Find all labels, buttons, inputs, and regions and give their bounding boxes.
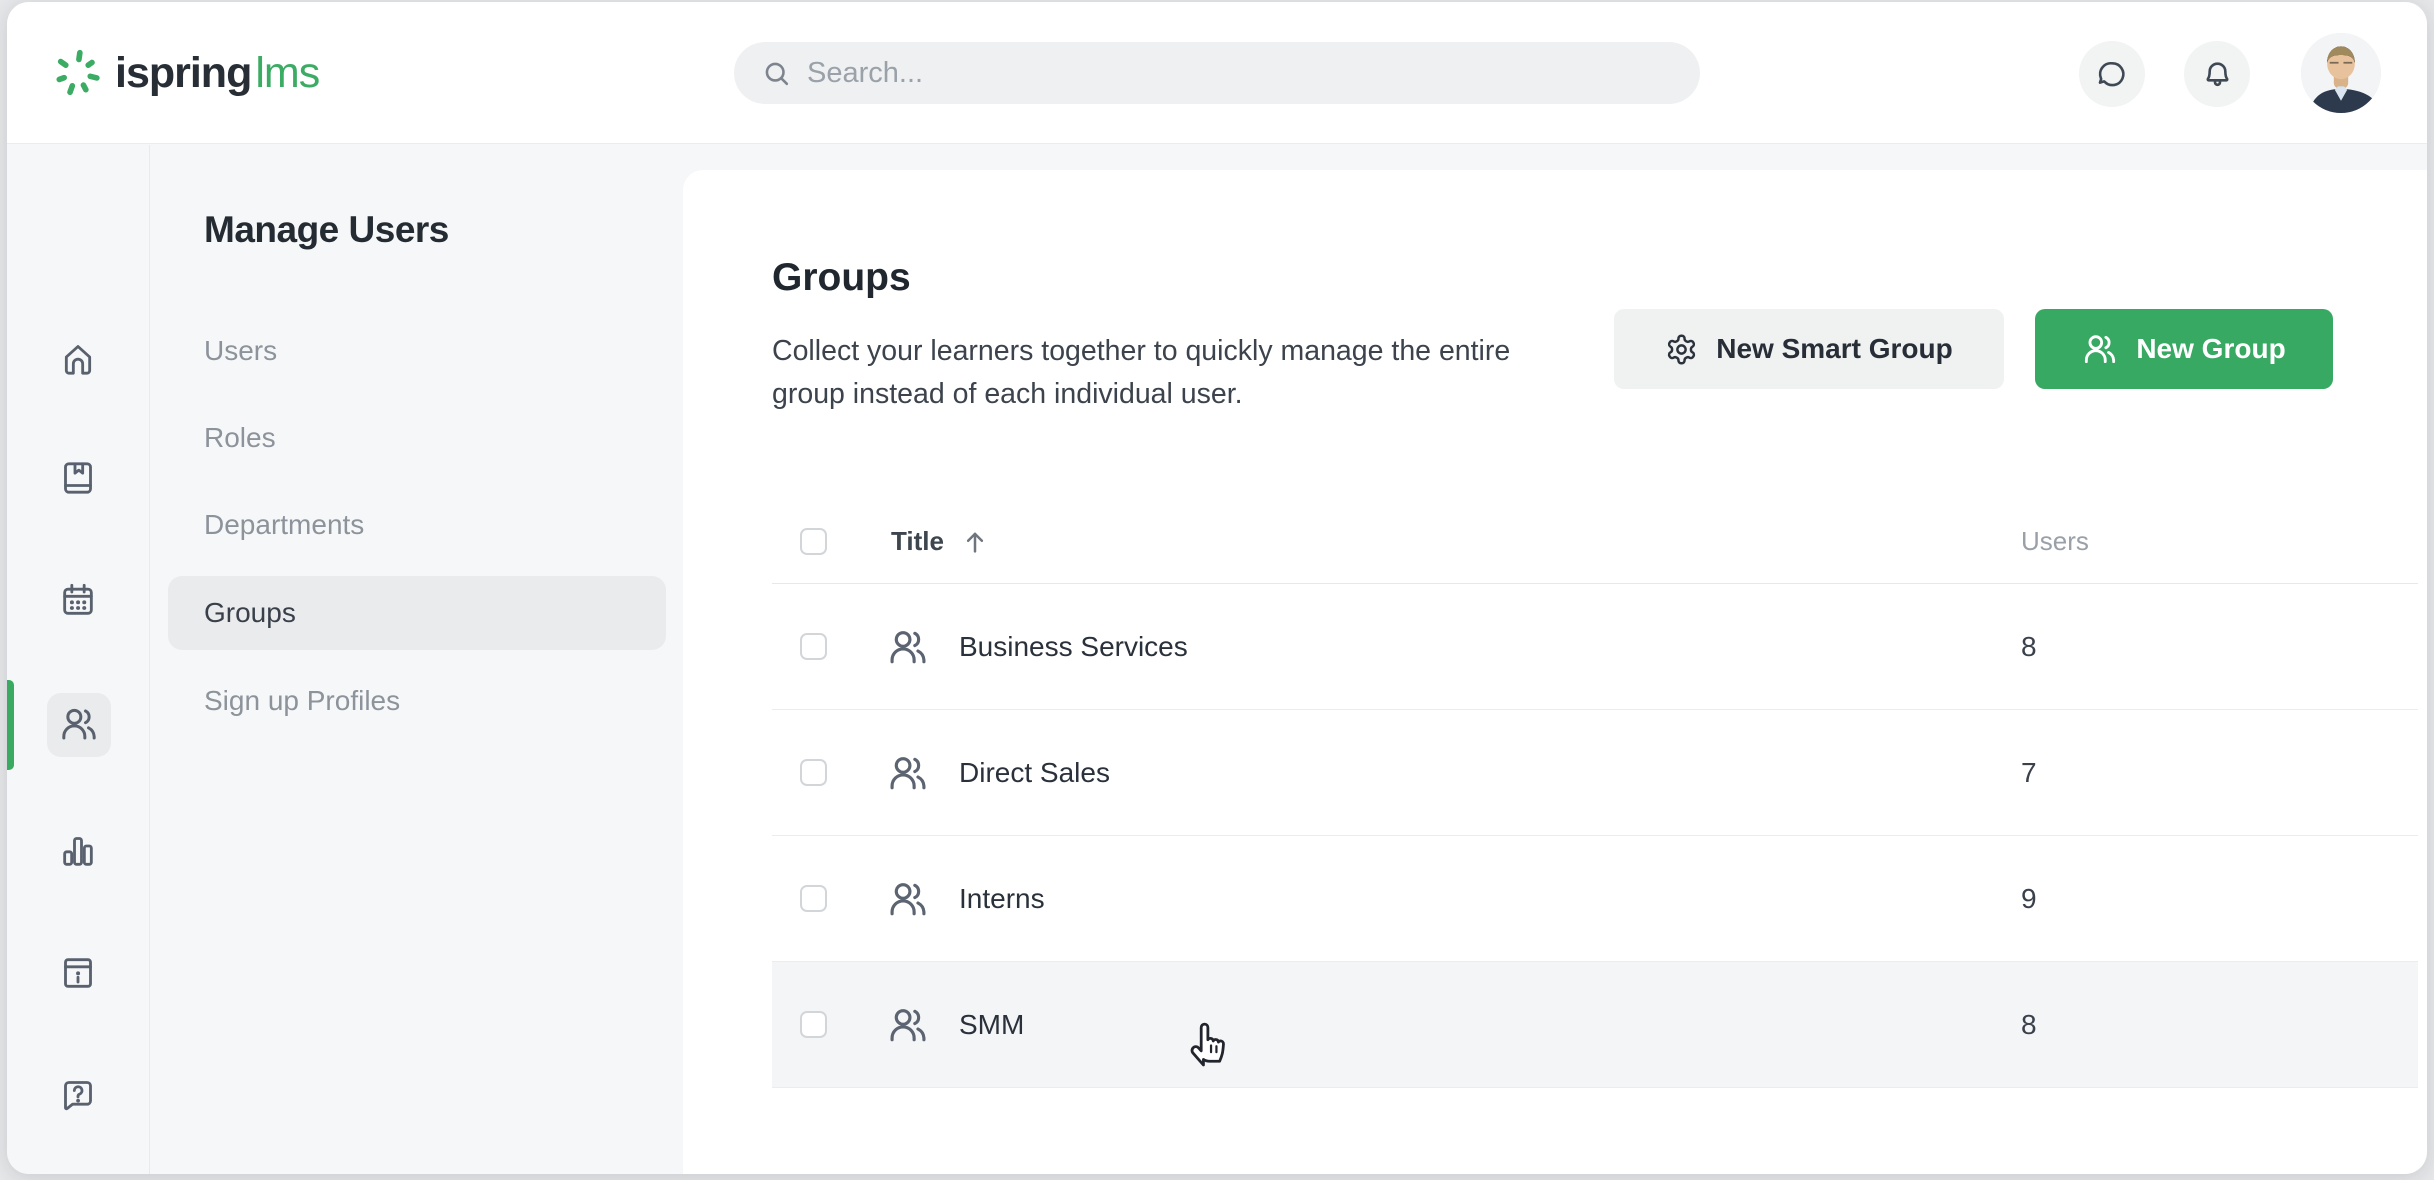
panel-item-departments[interactable]: Departments — [168, 488, 666, 562]
table-row-direct-sales[interactable]: Direct Sales 7 — [772, 710, 2418, 836]
users-icon — [59, 704, 99, 744]
book-icon — [58, 458, 98, 498]
page-description: Collect your learners together to quickl… — [772, 330, 1512, 416]
row-checkbox[interactable] — [800, 1011, 827, 1038]
chat-bubble-icon — [2096, 58, 2129, 91]
table-header-row: Title Users — [772, 500, 2418, 584]
nav-item-courses[interactable] — [58, 458, 98, 498]
page-title: Groups — [772, 256, 911, 300]
panel-item-label: Groups — [204, 597, 296, 629]
panel-item-groups[interactable]: Groups — [168, 576, 666, 650]
group-icon — [887, 1004, 929, 1046]
active-nav-indicator — [7, 680, 14, 770]
gear-icon — [1665, 333, 1698, 366]
users-icon — [2082, 331, 2118, 367]
nav-item-reports[interactable] — [58, 831, 98, 871]
group-title: Interns — [959, 883, 1045, 915]
panel-item-label: Roles — [204, 422, 276, 454]
top-bar: ispringlms — [7, 2, 2427, 144]
groups-table: Title Users Business Services 8 — [772, 500, 2418, 1088]
global-search[interactable] — [734, 42, 1700, 104]
calendar-icon — [58, 580, 98, 620]
new-smart-group-button[interactable]: New Smart Group — [1614, 309, 2004, 389]
messages-button[interactable] — [2079, 41, 2145, 107]
brand-name: ispring — [115, 49, 251, 98]
column-header-users[interactable]: Users — [2021, 526, 2089, 557]
content-card: Groups Collect your learners together to… — [683, 170, 2427, 1174]
nav-item-calendar[interactable] — [58, 580, 98, 620]
panel-item-users[interactable]: Users — [168, 314, 666, 388]
bar-chart-icon — [58, 831, 98, 871]
search-input[interactable] — [807, 57, 1700, 90]
group-title: Business Services — [959, 631, 1188, 663]
group-user-count: 9 — [2021, 883, 2037, 915]
row-checkbox[interactable] — [800, 885, 827, 912]
table-row-interns[interactable]: Interns 9 — [772, 836, 2418, 962]
group-title: Direct Sales — [959, 757, 1110, 789]
select-all-checkbox[interactable] — [800, 528, 827, 555]
manage-users-panel: Manage Users Users Roles Departments Gro… — [151, 145, 683, 1174]
panel-title: Manage Users — [204, 209, 449, 251]
bell-icon — [2201, 58, 2234, 91]
brand-suffix: lms — [255, 49, 319, 98]
brand-wordmark: ispringlms — [115, 49, 319, 98]
group-icon — [887, 752, 929, 794]
group-user-count: 7 — [2021, 757, 2037, 789]
app-window: ispringlms — [7, 2, 2427, 1174]
group-title: SMM — [959, 1009, 1024, 1041]
nav-item-catalog-info[interactable] — [58, 953, 98, 993]
panel-item-label: Users — [204, 335, 277, 367]
group-user-count: 8 — [2021, 631, 2037, 663]
new-smart-group-label: New Smart Group — [1716, 333, 1952, 365]
row-checkbox[interactable] — [800, 759, 827, 786]
nav-rail — [7, 145, 150, 1174]
table-row-business-services[interactable]: Business Services 8 — [772, 584, 2418, 710]
search-icon — [761, 58, 792, 89]
new-group-button[interactable]: New Group — [2035, 309, 2333, 389]
panel-item-label: Departments — [204, 509, 364, 541]
nav-item-users[interactable] — [59, 704, 99, 744]
row-checkbox[interactable] — [800, 633, 827, 660]
notifications-button[interactable] — [2184, 41, 2250, 107]
group-user-count: 8 — [2021, 1009, 2037, 1041]
column-header-title[interactable]: Title — [891, 526, 944, 557]
nav-item-help[interactable] — [58, 1075, 98, 1115]
home-icon — [58, 339, 98, 379]
table-row-smm[interactable]: SMM 8 — [772, 962, 2418, 1088]
panel-item-roles[interactable]: Roles — [168, 401, 666, 475]
panel-item-label: Sign up Profiles — [204, 685, 400, 717]
brand-logo[interactable]: ispringlms — [51, 2, 319, 144]
panel-item-signup-profiles[interactable]: Sign up Profiles — [168, 664, 666, 738]
info-window-icon — [58, 953, 98, 993]
help-chat-icon — [58, 1075, 98, 1115]
new-group-label: New Group — [2136, 333, 2285, 365]
ispring-flower-icon — [51, 47, 103, 99]
user-avatar[interactable] — [2301, 33, 2381, 113]
nav-item-home[interactable] — [58, 339, 98, 379]
sort-arrow-up-icon[interactable] — [960, 527, 990, 557]
group-icon — [887, 626, 929, 668]
group-icon — [887, 878, 929, 920]
